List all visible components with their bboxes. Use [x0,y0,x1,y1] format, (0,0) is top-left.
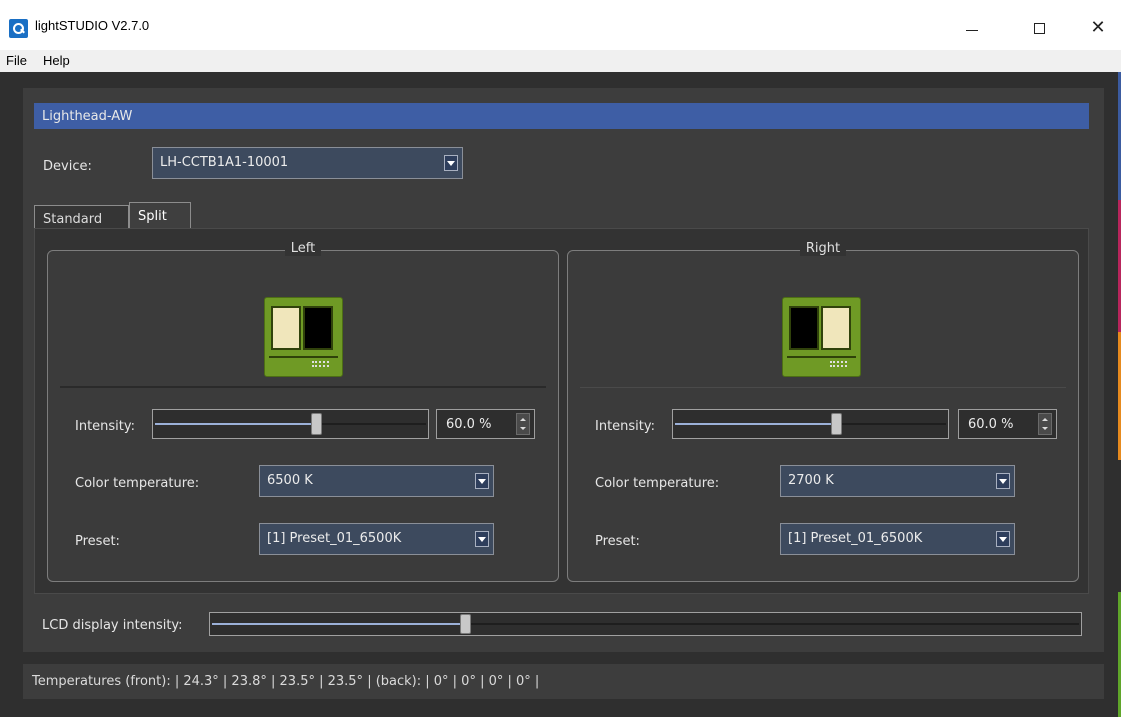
left-color-temp-value: 6500 K [267,473,313,488]
minimize-button[interactable] [949,12,995,44]
chevron-down-icon[interactable] [996,473,1010,489]
spin-up-icon[interactable] [1042,418,1048,421]
spin-up-icon[interactable] [520,418,526,421]
right-intensity-label: Intensity: [595,419,656,434]
left-preset-value: [1] Preset_01_6500K [267,531,402,546]
close-button[interactable]: ✕ [1075,12,1121,44]
right-preset-value: [1] Preset_01_6500K [788,531,923,546]
right-divider [580,387,1066,388]
left-divider [60,386,546,388]
right-slider-handle[interactable] [831,413,842,435]
right-intensity-value: 60.0 % [968,417,1014,432]
dark-panel [303,306,333,350]
left-intensity-spinbox[interactable]: 60.0 % [436,409,535,439]
right-intensity-spinbox[interactable]: 60.0 % [958,409,1057,439]
right-slider-fill [675,423,831,425]
left-intensity-label: Intensity: [75,419,136,434]
app-body: Lighthead-AW Device: LH-CCTB1A1-10001 St… [0,72,1118,717]
chevron-down-icon[interactable] [444,155,458,171]
left-preset-select[interactable]: [1] Preset_01_6500K [259,523,494,555]
tab-split[interactable]: Split [129,202,191,228]
lit-panel [271,306,301,350]
lcd-slider-fill [212,623,461,625]
close-icon: ✕ [1090,17,1106,38]
spin-down-icon[interactable] [520,427,526,430]
lcd-slider-handle[interactable] [460,614,472,634]
menu-help[interactable]: Help [35,50,78,72]
icon-line [787,356,856,358]
device-select-value: LH-CCTB1A1-10001 [160,155,289,170]
chevron-down-icon[interactable] [475,473,489,489]
split-tab-content: Left Intensity: 60.0 % Color temperature… [34,228,1089,594]
icon-dots [830,361,847,367]
lcd-intensity-slider[interactable] [209,612,1082,636]
left-slider-fill [155,423,311,425]
app-logo-icon [9,19,28,38]
maximize-icon [1033,22,1045,34]
left-intensity-value: 60.0 % [446,417,492,432]
device-select[interactable]: LH-CCTB1A1-10001 [152,147,463,179]
right-group-title: Right [568,241,1078,256]
temperature-status: Temperatures (front): | 24.3° | 23.8° | … [23,664,1104,699]
device-label: Device: [43,159,92,174]
spin-arrows-icon[interactable] [1038,413,1052,435]
lcd-intensity-label: LCD display intensity: [42,618,183,633]
window-title: lightSTUDIO V2.7.0 [35,18,150,33]
left-group-title: Left [48,241,558,256]
chevron-down-icon[interactable] [996,531,1010,547]
left-preset-label: Preset: [75,534,120,549]
left-slider-handle[interactable] [311,413,322,435]
left-group-title-text: Left [284,241,322,256]
left-color-temp-select[interactable]: 6500 K [259,465,494,497]
lighthead-group: Lighthead-AW Device: LH-CCTB1A1-10001 St… [23,88,1104,652]
right-slider-groove [842,423,946,425]
right-preset-label: Preset: [595,534,640,549]
minimize-icon [966,29,978,31]
left-group: Left Intensity: 60.0 % Color temperature… [47,241,559,582]
spin-arrows-icon[interactable] [516,413,530,435]
title-bar: lightSTUDIO V2.7.0 ✕ [0,0,1121,50]
tab-standard[interactable]: Standard [34,205,129,229]
right-color-temp-select[interactable]: 2700 K [780,465,1015,497]
right-preset-select[interactable]: [1] Preset_01_6500K [780,523,1015,555]
lcd-slider-groove [471,623,1079,625]
right-color-temp-value: 2700 K [788,473,834,488]
group-header: Lighthead-AW [34,103,1089,129]
right-intensity-slider[interactable] [672,409,949,439]
menu-bar: File Help [0,50,1121,72]
lighthead-left-lit-icon [264,297,343,377]
right-group: Right Intensity: 60.0 % Color temperatur… [567,241,1079,582]
right-color-temp-label: Color temperature: [595,476,720,491]
left-color-temp-label: Color temperature: [75,476,200,491]
menu-file[interactable]: File [0,50,35,72]
left-intensity-slider[interactable] [152,409,429,439]
dark-panel [789,306,819,350]
lighthead-right-lit-icon [782,297,861,377]
lit-panel [821,306,851,350]
left-slider-groove [322,423,426,425]
right-group-title-text: Right [799,241,847,256]
spin-down-icon[interactable] [1042,427,1048,430]
icon-line [269,356,338,358]
maximize-button[interactable] [1016,12,1062,44]
icon-dots [312,361,329,367]
chevron-down-icon[interactable] [475,531,489,547]
